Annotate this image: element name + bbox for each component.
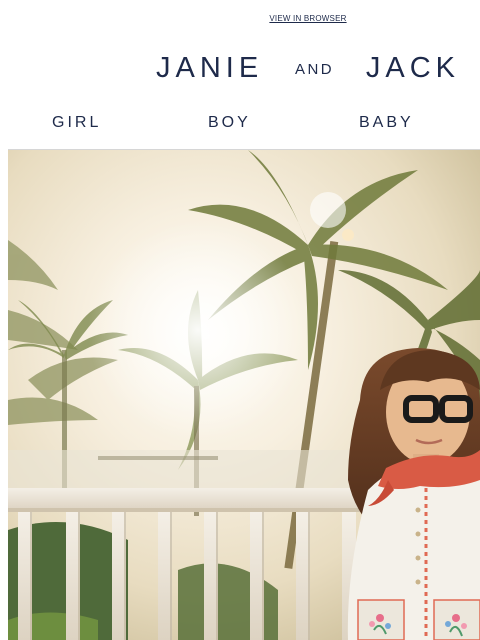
girl-figure [347,348,480,640]
view-in-browser-link[interactable]: VIEW IN BROWSER [0,14,480,23]
category-nav: GIRL BOY BABY [0,114,480,136]
logo-word-janie: JANIE [156,52,264,84]
nav-item-baby[interactable]: BABY [359,114,414,132]
email-page: VIEW IN BROWSER JANIE AND JACK GIRL BOY … [0,0,480,640]
logo-word-and: AND [294,61,335,78]
nav-item-boy[interactable]: BOY [208,114,251,132]
logo-word-jack: JACK [365,52,460,84]
hero-illustration [8,150,480,640]
hero-image[interactable] [8,150,480,640]
nav-item-girl[interactable]: GIRL [52,114,101,132]
brand-logo[interactable]: JANIE AND JACK [156,52,460,84]
